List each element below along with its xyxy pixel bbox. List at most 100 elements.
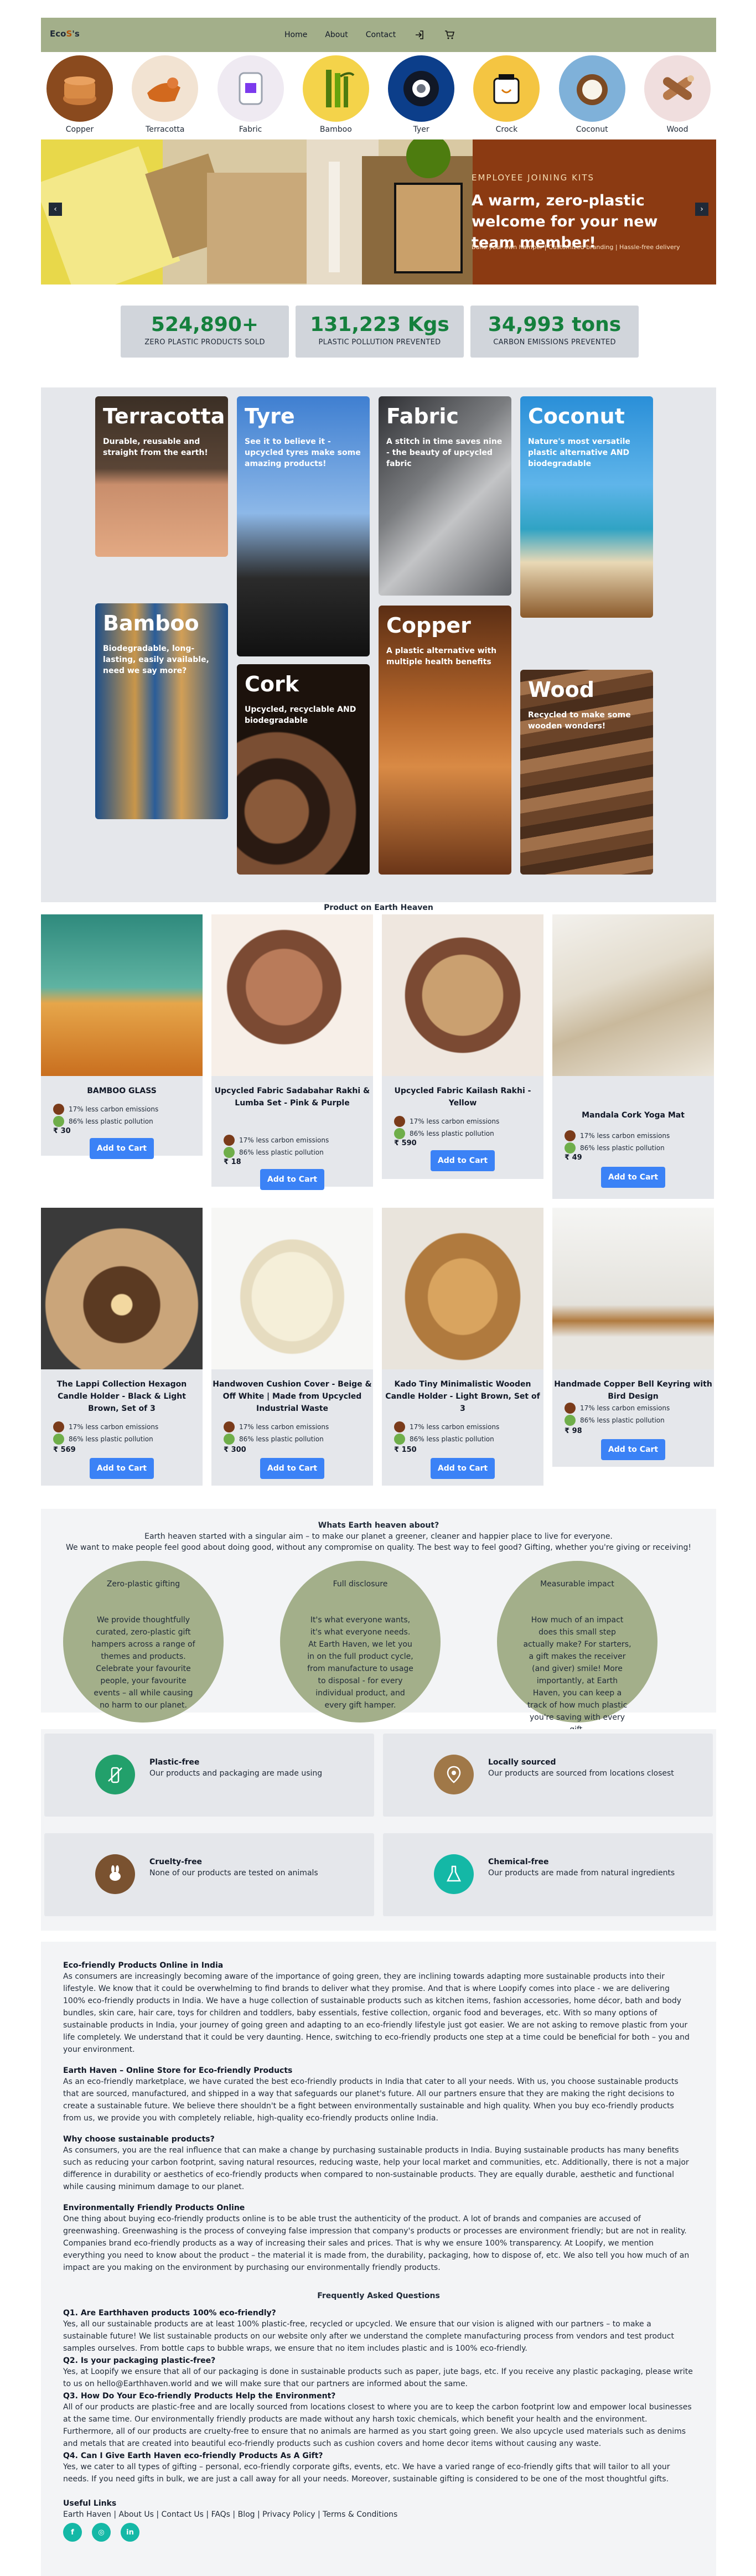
carousel-next-button[interactable]: › [695,203,708,216]
add-to-cart-button[interactable]: Add to Cart [260,1169,324,1190]
gallery-tile-tyre[interactable]: Tyre See it to believe it - upcycled tyr… [237,396,370,656]
gallery-tile-coconut[interactable]: Coconut Nature's most versatile plastic … [520,396,653,618]
category-tyer[interactable]: Tyer [386,55,457,138]
content-paragraph: One thing about buying eco-friendly prod… [63,2215,690,2272]
gallery-tile-terracotta[interactable]: Terracotta Durable, reusable and straigh… [95,396,228,557]
tyre-icon [388,55,455,122]
carbon-row: 17% less carbon emissions [224,1135,329,1146]
add-to-cart-button[interactable]: Add to Cart [431,1150,495,1171]
category-fabric[interactable]: Fabric [215,55,286,138]
product-price: ₹ 18 [224,1158,241,1166]
product-image[interactable] [552,1208,714,1369]
feature-desc: Our products and packaging are made usin… [149,1769,323,1778]
product-name[interactable]: Kado Tiny Minimalistic Wooden Candle Hol… [382,1378,543,1415]
about-card-desc: It's what everyone wants, it's what ever… [307,1616,413,1710]
carbon-text: 17% less carbon emissions [410,1423,500,1431]
faq-question[interactable]: Q4. Can I Give Earth Haven eco-friendly … [63,2450,694,2462]
instagram-icon[interactable]: ◎ [92,2523,111,2542]
plastic-row: 86% less plastic pollution [224,1147,324,1158]
content-heading: Environmentally Friendly Products Online [63,2203,245,2212]
tile-desc: A stitch in time saves nine - the beauty… [386,437,503,468]
faq-question[interactable]: Q1. Are Earthhaven products 100% eco-fri… [63,2307,694,2319]
product-name[interactable]: Handwoven Cushion Cover - Beige & Off Wh… [211,1378,373,1415]
tile-title: Cork [245,672,299,696]
stat-number: 524,890+ [151,313,259,336]
faq-question[interactable]: Q2. Is your packaging plastic-free? [63,2355,694,2367]
product-card: Handmade Copper Bell Keyring with Bird D… [552,1208,714,1467]
plastic-row: 86% less plastic pollution [53,1116,153,1127]
category-terracotta[interactable]: Terracotta [130,55,200,138]
plastic-icon [224,1434,235,1445]
nav-about[interactable]: About [325,30,348,39]
carbon-icon [565,1130,576,1141]
carbon-text: 17% less carbon emissions [239,1136,329,1144]
product-image[interactable] [552,914,714,1076]
category-label: Wood [666,125,688,134]
gallery-tile-wood[interactable]: Wood Recycled to make some wooden wonder… [520,670,653,875]
tile-desc: Upcycled, recyclable AND biodegradable [245,705,356,725]
category-bamboo[interactable]: Bamboo [301,55,371,138]
product-name[interactable]: Upcycled Fabric Sadabahar Rakhi & Lumba … [211,1085,373,1109]
page: EcoS's Home About Contact Copper Terraco… [41,0,716,2576]
plastic-row: 86% less plastic pollution [565,1142,665,1153]
content-paragraph: As consumers are increasingly becoming a… [63,1972,690,2054]
products-heading: Product on Earth Heaven [324,903,433,912]
category-crock[interactable]: Crock [471,55,542,138]
product-image[interactable] [382,1208,543,1369]
product-image[interactable] [211,1208,373,1369]
add-to-cart-button[interactable]: Add to Cart [260,1458,324,1479]
gallery-tile-fabric[interactable]: Fabric A stitch in time saves nine - the… [379,396,511,596]
stat-caption: CARBON EMISSIONS PREVENTED [493,338,616,346]
facebook-icon[interactable]: f [63,2523,82,2542]
about-card-full-disclosure: Full disclosure It's what everyone wants… [280,1561,441,1722]
product-image[interactable] [41,1208,203,1369]
carbon-text: 17% less carbon emissions [69,1105,159,1113]
faq-answer: Yes, all our sustainable products are at… [63,2320,674,2353]
add-to-cart-button[interactable]: Add to Cart [601,1439,665,1460]
cart-icon[interactable] [443,29,455,41]
product-image[interactable] [41,914,203,1076]
category-coconut[interactable]: Coconut [557,55,628,138]
login-icon[interactable] [413,29,426,41]
plastic-icon [224,1147,235,1158]
tile-title: Terracotta [103,404,225,428]
add-to-cart-button[interactable]: Add to Cart [601,1167,665,1188]
faq-question[interactable]: Q3. How Do Your Eco-friendly Products He… [63,2390,694,2402]
carbon-row: 17% less carbon emissions [394,1421,499,1432]
stat-number: 131,223 Kgs [310,313,449,336]
product-name[interactable]: Mandala Cork Yoga Mat [552,1109,714,1121]
logo[interactable]: EcoS's [50,29,80,39]
tile-desc: Biodegradable, long-lasting, easily avai… [103,644,209,675]
location-pin-icon [434,1755,474,1794]
product-price: ₹ 49 [565,1153,582,1162]
product-name[interactable]: Handmade Copper Bell Keyring with Bird D… [552,1378,714,1403]
product-price: ₹ 300 [224,1446,246,1454]
add-to-cart-button[interactable]: Add to Cart [90,1458,154,1479]
product-image[interactable] [382,914,543,1076]
gallery-tile-copper[interactable]: Copper A plastic alternative with multip… [379,606,511,875]
nav-contact[interactable]: Contact [366,30,396,39]
add-to-cart-button[interactable]: Add to Cart [431,1458,495,1479]
carousel-prev-button[interactable]: ‹ [49,203,62,216]
gallery-tile-bamboo[interactable]: Bamboo Biodegradable, long-lasting, easi… [95,603,228,819]
gallery-tile-cork[interactable]: Cork Upcycled, recyclable AND biodegrada… [237,664,370,875]
carbon-row: 17% less carbon emissions [53,1104,158,1115]
product-name[interactable]: Upcycled Fabric Kailash Rakhi - Yellow [382,1085,543,1109]
product-name[interactable]: BAMBOO GLASS [41,1085,203,1097]
tile-title: Copper [386,613,471,638]
add-to-cart-button[interactable]: Add to Cart [90,1138,154,1159]
category-wood[interactable]: Wood [642,55,713,138]
plastic-free-icon [95,1755,135,1794]
product-name[interactable]: The Lappi Collection Hexagon Candle Hold… [41,1378,203,1415]
category-copper[interactable]: Copper [44,55,115,138]
material-categories: Copper Terracotta Fabric Bamboo Tyer Cro… [41,55,716,138]
logo-accent: S [66,29,73,39]
nav-home[interactable]: Home [284,30,307,39]
product-image[interactable] [211,914,373,1076]
linkedin-icon[interactable]: in [121,2523,139,2542]
footer-links[interactable]: Earth Haven | About Us | Contact Us | FA… [63,2508,694,2521]
feature-title: Locally sourced [488,1758,556,1767]
about-card-desc: We provide thoughtfully curated, zero-pl… [91,1616,195,1710]
about-card-measurable-impact: Measurable impact How much of an impact … [497,1561,657,1734]
carbon-icon [565,1403,576,1414]
